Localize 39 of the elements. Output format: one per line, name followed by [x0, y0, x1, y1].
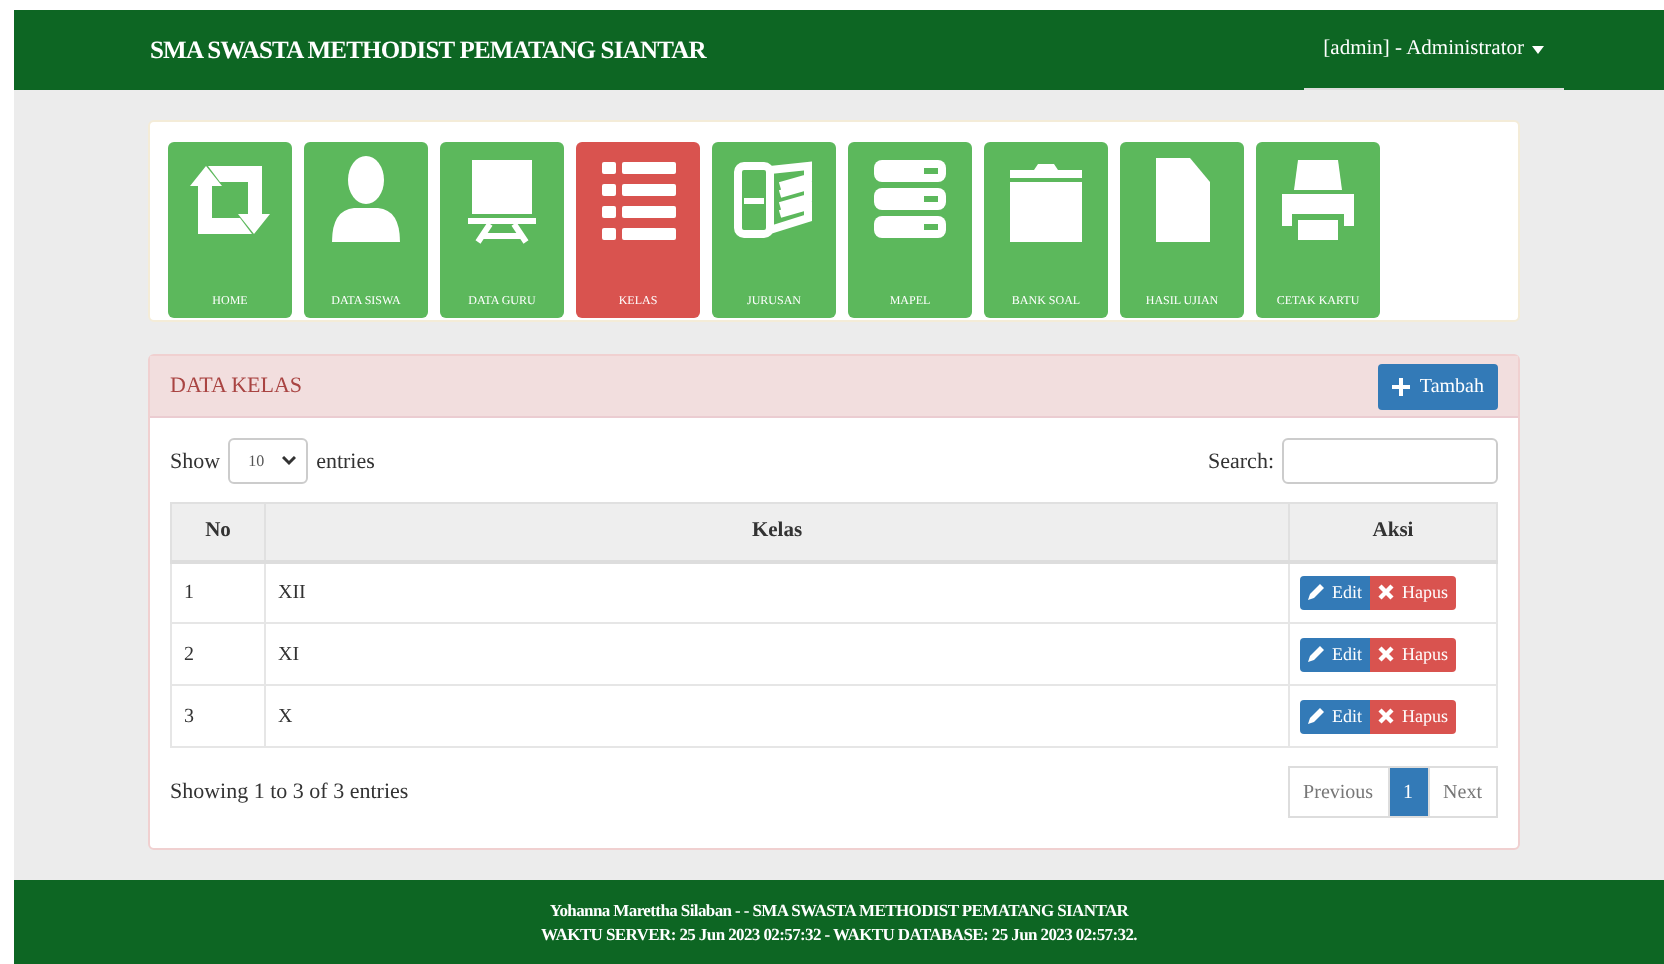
- printer-icon: [1276, 154, 1360, 246]
- footer-text: WAKTU SERVER: 25 Jun 2023 02:57:32 - WAKTU DATABASE: 25 Jun 2023 02:57:32.: [541, 924, 1137, 944]
- caret-icon: [1532, 45, 1544, 53]
- search-field[interactable]: [1282, 438, 1498, 484]
- chevron-down-icon: [282, 456, 297, 466]
- edit-button[interactable]: Edit: [1300, 575, 1370, 610]
- footer-text: Yohanna Marettha Silaban - - SMA SWASTA METHODIST PEMATANG SIANTAR: [549, 900, 1129, 920]
- edit-button[interactable]: Edit: [1300, 699, 1370, 733]
- close-icon: [1378, 646, 1394, 662]
- close-icon: [1378, 708, 1394, 724]
- table-cell: 1: [171, 561, 265, 623]
- pencil-icon: [1308, 646, 1324, 662]
- entries-select[interactable]: 10: [228, 438, 309, 484]
- pencil-icon: [1308, 708, 1324, 724]
- table-cell: X: [265, 685, 1289, 747]
- column-header: Kelas: [265, 503, 1289, 561]
- column-header: No: [171, 503, 265, 561]
- show-label: Show: [170, 449, 221, 473]
- search-label: Search:: [1208, 449, 1274, 473]
- plus-icon: [1391, 377, 1410, 395]
- entries-label: entries: [316, 449, 375, 473]
- table-cell: XI: [265, 623, 1289, 685]
- add-button[interactable]: Tambah: [1377, 363, 1498, 409]
- table-cell: 3: [171, 685, 265, 747]
- table-cell: 2: [171, 623, 265, 685]
- column-header: Aksi: [1289, 503, 1497, 561]
- delete-button[interactable]: Hapus: [1370, 699, 1456, 733]
- delete-button[interactable]: Hapus: [1370, 637, 1456, 671]
- table-cell: XII: [265, 561, 1289, 623]
- page-button[interactable]: Previous: [1287, 766, 1390, 818]
- page-button[interactable]: 1: [1387, 766, 1430, 818]
- pencil-icon: [1308, 584, 1324, 601]
- school-name: SMA SWASTA METHODIST PEMATANG SIANTAR: [150, 35, 706, 65]
- close-icon: [1378, 584, 1394, 601]
- edit-button[interactable]: Edit: [1300, 637, 1370, 671]
- delete-button[interactable]: Hapus: [1370, 575, 1456, 610]
- page-button[interactable]: Next: [1427, 766, 1498, 818]
- panel-title: DATA KELAS: [170, 374, 303, 398]
- table-info: Showing 1 to 3 of 3 entries: [170, 780, 409, 804]
